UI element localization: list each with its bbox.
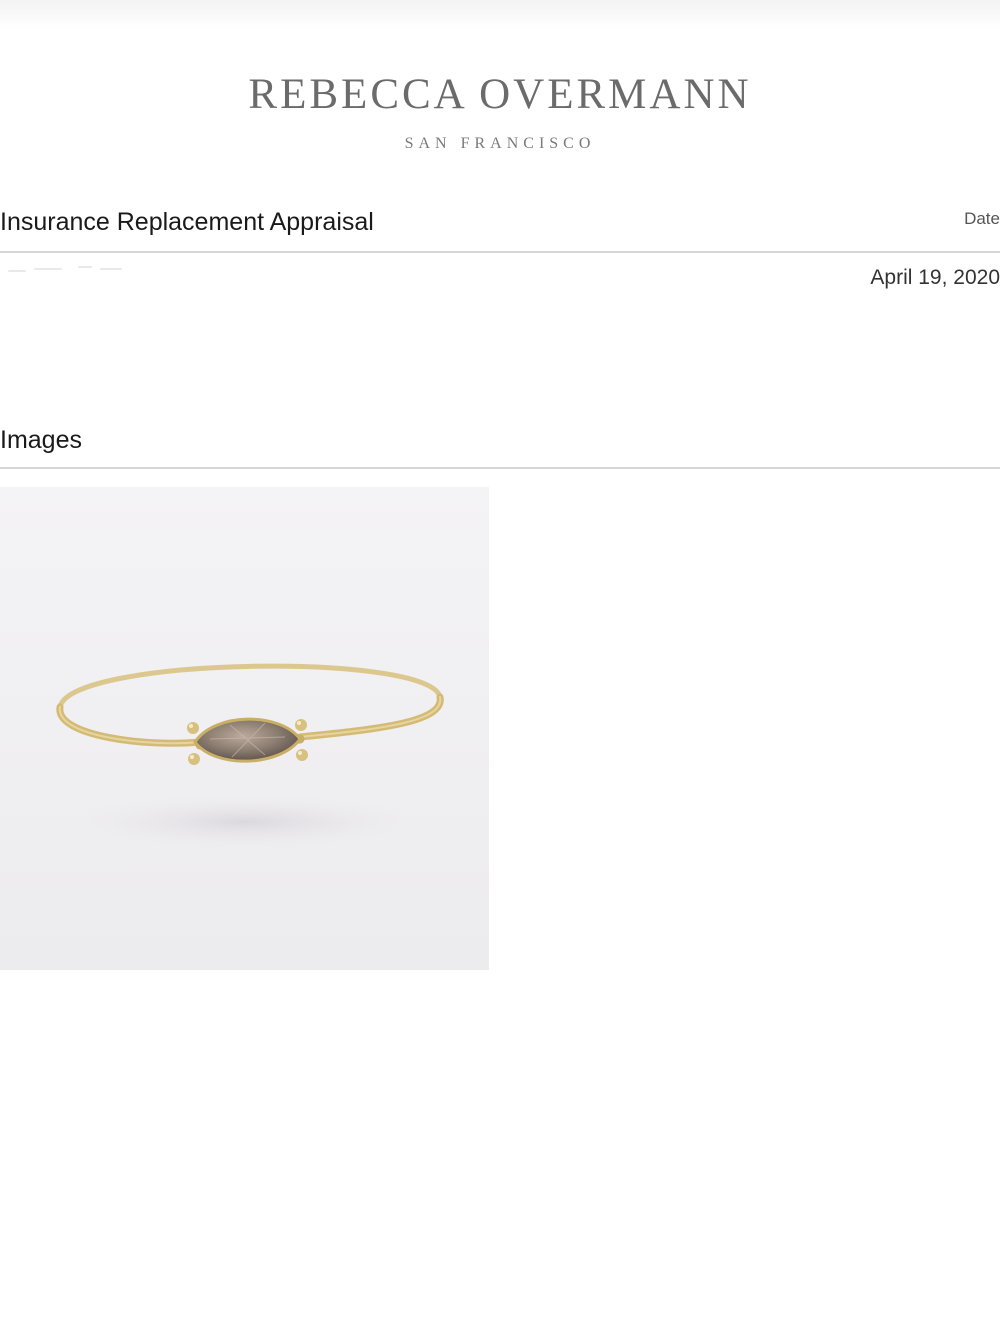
brand-location: SAN FRANCISCO bbox=[404, 135, 596, 152]
prong-top-right bbox=[295, 719, 307, 731]
ring-shadow bbox=[65, 794, 425, 850]
page-top-fade bbox=[0, 0, 1000, 30]
images-title: Images bbox=[0, 426, 82, 454]
appraisal-divider bbox=[0, 251, 1000, 253]
redacted-client-name bbox=[0, 262, 140, 282]
brand-logo: REBECCA OVERMANN bbox=[248, 71, 752, 118]
date-label: Date bbox=[964, 209, 1000, 228]
ring-photo bbox=[0, 487, 489, 970]
ring-band-back bbox=[57, 663, 443, 710]
prong-bottom-left bbox=[188, 753, 200, 765]
prong-top-left bbox=[187, 722, 199, 734]
date-value: April 19, 2020 bbox=[870, 266, 1000, 289]
ring-band-front-left bbox=[56, 703, 204, 747]
prong-bottom-right bbox=[296, 749, 308, 761]
ring-band-front-right bbox=[296, 693, 444, 741]
ring-illustration bbox=[56, 663, 444, 850]
images-divider bbox=[0, 467, 1000, 469]
appraisal-title: Insurance Replacement Appraisal bbox=[0, 208, 374, 236]
